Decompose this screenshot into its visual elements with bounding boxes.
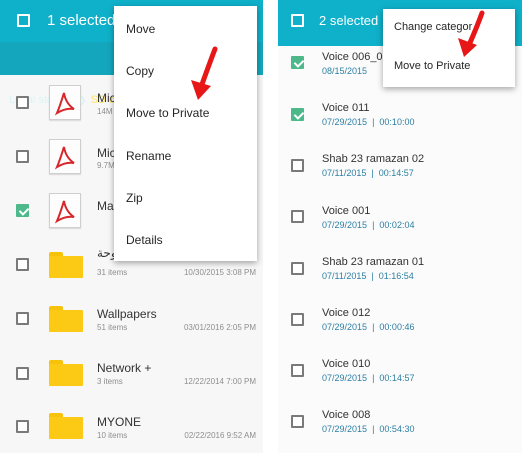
recording-name: Voice 001 [322,205,371,217]
menu-item-move-to-private[interactable]: Move to Private [394,60,470,72]
folder-date: 10/30/2015 3:08 PM [183,268,256,277]
menu-item-copy[interactable]: Copy [126,64,154,78]
recording-name: Voice 008 [322,409,371,421]
row-checkbox[interactable] [291,210,304,223]
pdf-file-icon [49,193,81,228]
recording-meta: 07/29/2015 | 00:10:00 [322,117,415,127]
row-checkbox[interactable] [16,312,29,325]
row-checkbox[interactable] [291,364,304,377]
recording-name: Voice 010 [322,358,371,370]
folder-icon [49,413,83,439]
row-checkbox[interactable] [16,367,29,380]
folder-name: Wallpapers [97,307,157,321]
recording-row[interactable]: Voice 011 07/29/2015 | 00:10:00 [278,95,522,146]
selected-count: 2 selected [319,13,379,28]
folder-item-count: 31 items [97,268,128,277]
row-checkbox[interactable] [16,258,29,271]
folder-icon [49,252,83,278]
folder-item-count: 3 items [97,377,123,386]
folder-row[interactable]: Wallpapers 51 items 03/01/2016 2:05 PM [0,290,263,342]
menu-item-move[interactable]: Move [126,22,155,36]
menu-item-move-to-private[interactable]: Move to Private [126,106,209,120]
row-checkbox[interactable] [16,150,29,163]
folder-row[interactable]: Network + 3 items 12/22/2014 7:00 PM [0,345,263,397]
select-all-checkbox[interactable] [17,14,30,27]
row-checkbox[interactable] [291,159,304,172]
red-pointer-arrow-icon [191,46,218,100]
folder-icon [49,360,83,386]
file-name: Mic [97,91,116,105]
recording-row[interactable]: Shab 23 ramazan 02 07/11/2015 | 00:14:57 [278,146,522,197]
recording-meta: 07/29/2015 | 00:00:46 [322,322,415,332]
recording-name: Shab 23 ramazan 02 [322,153,425,165]
file-size: 14M [97,107,113,116]
recording-row[interactable]: Voice 001 07/29/2015 | 00:02:04 [278,197,522,248]
row-checkbox[interactable] [291,415,304,428]
folder-name: Network + [97,361,152,375]
recording-meta: 07/29/2015 | 00:02:04 [322,220,415,230]
recording-meta: 07/11/2015 | 00:14:57 [322,168,414,178]
file-name: Ma [97,199,114,213]
pdf-file-icon [49,85,81,120]
recording-name: Voice 012 [322,307,371,319]
recording-meta: 07/29/2015 | 00:54:30 [322,424,415,434]
recording-name: Shab 23 ramazan 01 [322,256,425,268]
folder-item-count: 10 items [97,431,128,440]
recording-row[interactable]: Voice 008 07/29/2015 | 00:54:30 [278,402,522,453]
select-all-checkbox[interactable] [291,14,304,27]
folder-row[interactable]: MYONE 10 items 02/22/2016 9:52 AM [0,398,263,450]
row-checkbox[interactable] [291,313,304,326]
row-checkbox-checked[interactable] [291,56,304,69]
file-size: 9.7M [97,161,115,170]
selected-count: 1 selected [47,12,116,29]
recording-meta: 07/11/2015 | 01:16:54 [322,271,414,281]
folder-name: MYONE [97,415,142,429]
folder-item-count: 51 items [97,323,128,332]
menu-item-rename[interactable]: Rename [126,149,171,163]
row-checkbox[interactable] [291,262,304,275]
folder-date: 12/22/2014 7:00 PM [183,377,256,386]
row-checkbox-checked[interactable] [16,204,29,217]
folder-icon [49,306,83,332]
folder-date: 03/01/2016 2:05 PM [183,323,256,332]
recording-row[interactable]: Voice 010 07/29/2015 | 00:14:57 [278,351,522,402]
recording-row[interactable]: Voice 012 07/29/2015 | 00:00:46 [278,300,522,351]
menu-item-details[interactable]: Details [126,233,163,247]
recording-name: Voice 006_0 [322,51,383,63]
file-name: Mic [97,146,116,160]
row-checkbox[interactable] [16,420,29,433]
recording-meta: 07/29/2015 | 00:14:57 [322,373,415,383]
folder-date: 02/22/2016 9:52 AM [184,431,256,440]
menu-item-zip[interactable]: Zip [126,191,143,205]
pdf-file-icon [49,139,81,174]
row-checkbox-checked[interactable] [291,108,304,121]
recording-meta: 08/15/2015 [322,66,368,76]
recording-row[interactable]: Shab 23 ramazan 01 07/11/2015 | 01:16:54 [278,249,522,300]
red-pointer-arrow-icon [458,10,485,57]
recording-context-menu: Change categor Move to Private [383,9,515,87]
row-checkbox[interactable] [16,96,29,109]
recording-name: Voice 011 [322,102,370,114]
file-context-menu: Move Copy Move to Private Rename Zip Det… [114,6,257,261]
